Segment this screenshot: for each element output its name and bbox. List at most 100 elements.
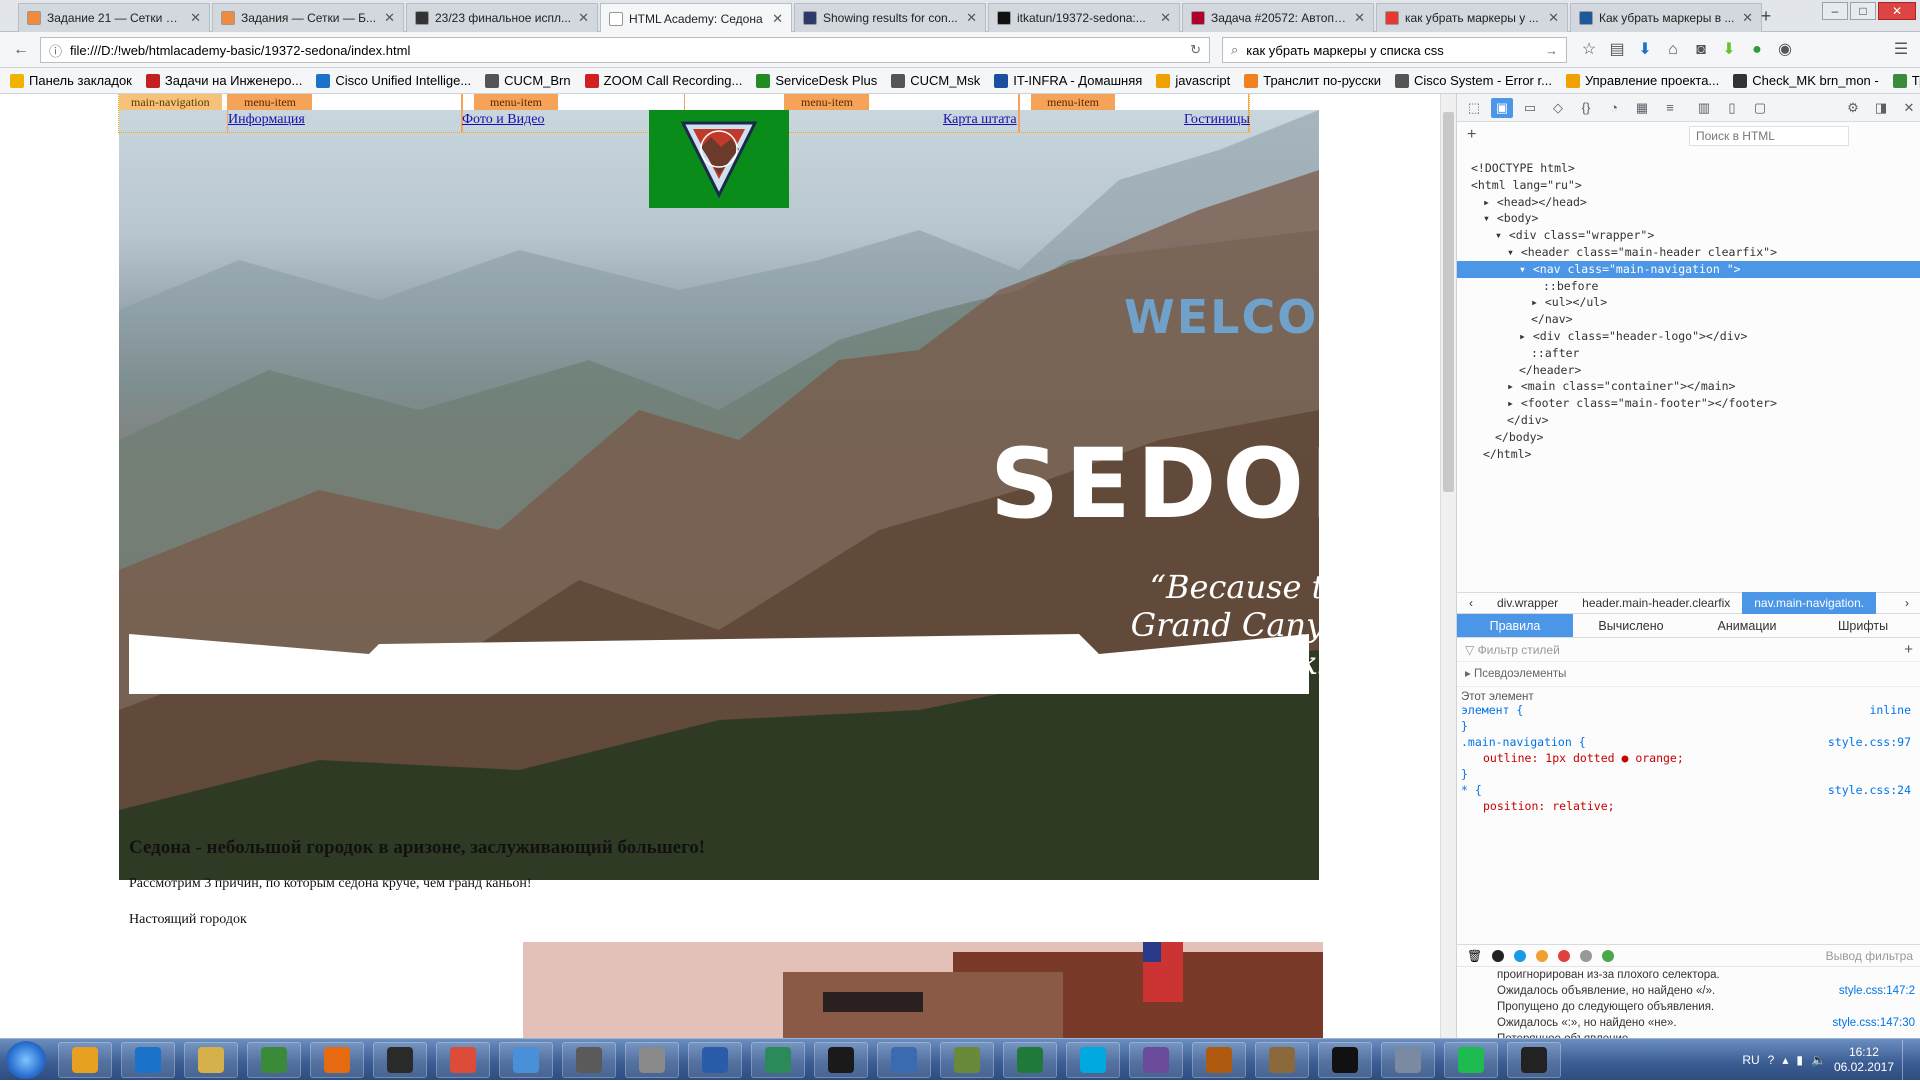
bookmark-item[interactable]: ZOOM Call Recording... (584, 73, 742, 88)
breadcrumb-forward-icon[interactable]: › (1893, 596, 1920, 610)
html-node[interactable]: ▸ <ul></ul> (1457, 294, 1920, 311)
close-devtools-icon[interactable]: ✕ (1898, 98, 1920, 118)
search-go-icon[interactable]: → (1545, 43, 1558, 58)
menu-link-hotels[interactable]: Гостиницы (1184, 112, 1250, 128)
breadcrumb-back-icon[interactable]: ‹ (1457, 596, 1485, 610)
taskbar-app-button[interactable] (1003, 1042, 1057, 1078)
taskbar-app-button[interactable] (436, 1042, 490, 1078)
html-node[interactable]: </header> (1457, 362, 1920, 379)
taskbar-app-button[interactable] (1318, 1042, 1372, 1078)
css-selector[interactable]: элемент { (1461, 702, 1523, 718)
browser-tab[interactable]: Задания — Сетки — Б... ✕ (212, 3, 404, 32)
html-node[interactable]: <!DOCTYPE html> (1457, 160, 1920, 177)
html-node[interactable]: </nav> (1457, 311, 1920, 328)
extension-icon[interactable]: ● (1746, 39, 1768, 61)
html-node[interactable]: </div> (1457, 412, 1920, 429)
taskbar-app-button[interactable] (1192, 1042, 1246, 1078)
pick-element-icon[interactable]: ⬚ (1463, 98, 1485, 118)
settings-icon[interactable]: ⚙ (1842, 98, 1864, 118)
html-node[interactable]: </html> (1457, 446, 1920, 463)
taskbar-app-button[interactable] (625, 1042, 679, 1078)
new-tab-button[interactable]: + (1755, 6, 1777, 28)
breadcrumb-item[interactable]: div.wrapper (1485, 596, 1570, 610)
browser-tab[interactable]: itkatun/19372-sedona:... ✕ (988, 3, 1180, 32)
taskbar-app-button[interactable] (499, 1042, 553, 1078)
tab-close-icon[interactable]: ✕ (578, 10, 589, 26)
css-rule-line[interactable]: position: relative; (1457, 798, 1920, 814)
taskbar-app-button[interactable] (940, 1042, 994, 1078)
dock-icon[interactable]: ◨ (1870, 98, 1892, 118)
bookmark-item[interactable]: Cisco System - Error r... (1394, 73, 1552, 88)
html-search-input[interactable]: Поиск в HTML (1689, 126, 1849, 146)
html-node[interactable]: ::before (1457, 278, 1920, 295)
filter-css-icon[interactable] (1536, 949, 1549, 962)
console-icon[interactable]: ▭ (1519, 98, 1541, 118)
taskbar-app-button[interactable] (688, 1042, 742, 1078)
responsive-icon[interactable]: ▯ (1721, 98, 1743, 118)
console-filter-input[interactable]: Вывод фильтра (1826, 949, 1913, 963)
taskbar-app-button[interactable] (751, 1042, 805, 1078)
debugger-icon[interactable]: ◇ (1547, 98, 1569, 118)
html-node[interactable]: ▸ <div class="header-logo"></div> (1457, 328, 1920, 345)
tab-close-icon[interactable]: ✕ (190, 10, 201, 26)
help-icon[interactable]: ? (1768, 1053, 1775, 1067)
taskbar-app-button[interactable] (1255, 1042, 1309, 1078)
home-icon[interactable]: ⌂ (1662, 39, 1684, 61)
show-desktop-button[interactable] (1902, 1040, 1912, 1080)
css-source-link[interactable]: inline (1869, 702, 1911, 718)
network-tray-icon[interactable]: ▮ (1796, 1053, 1803, 1067)
account-icon[interactable]: ◉ (1774, 39, 1796, 61)
tab-close-icon[interactable]: ✕ (772, 11, 783, 27)
html-node[interactable]: ▾ <body> (1457, 210, 1920, 227)
bookmark-item[interactable]: ServiceDesk Plus (756, 73, 877, 88)
add-node-icon[interactable]: + (1467, 126, 1476, 144)
browser-tab[interactable]: HTML Academy: Седона ✕ (600, 3, 792, 33)
bookmark-item[interactable]: Управление проекта... (1565, 73, 1719, 88)
bookmark-item[interactable]: Задачи на Инженеро... (145, 73, 302, 88)
memory-icon[interactable]: ▦ (1631, 98, 1653, 118)
menu-link-map[interactable]: Карта штата (943, 112, 1017, 128)
taskbar-app-button[interactable] (247, 1042, 301, 1078)
css-declaration[interactable]: outline: 1px dotted ● orange; (1461, 750, 1684, 766)
extension-download-icon[interactable]: ⬇ (1718, 39, 1740, 61)
html-node[interactable]: </body> (1457, 429, 1920, 446)
taskbar-app-button[interactable] (1066, 1042, 1120, 1078)
clock[interactable]: 16:12 06.02.2017 (1834, 1045, 1894, 1075)
browser-tab[interactable]: Как убрать маркеры в ... ✕ (1570, 3, 1762, 32)
bookmark-item[interactable]: javascript (1156, 73, 1230, 88)
bookmark-item[interactable]: CUCM_Msk (891, 73, 980, 88)
performance-icon[interactable]: ◔ (1603, 98, 1625, 118)
css-rule-line[interactable]: .main-navigation {style.css:97 (1457, 734, 1920, 750)
tab-close-icon[interactable]: ✕ (1354, 10, 1365, 26)
tab-fonts[interactable]: Шрифты (1805, 614, 1920, 637)
taskbar-app-button[interactable] (310, 1042, 364, 1078)
style-filter-input[interactable]: Фильтр стилей (1478, 643, 1560, 657)
html-node[interactable]: ▾ <div class="wrapper"> (1457, 227, 1920, 244)
url-bar[interactable]: ⓘ file:///D:/!web/htmlacademy-basic/1937… (40, 37, 1210, 63)
browser-tab[interactable]: Задание 21 — Сетки —... ✕ (18, 3, 210, 32)
style-editor-icon[interactable]: {} (1575, 98, 1597, 118)
html-node[interactable]: ▸ <footer class="main-footer"></footer> (1457, 395, 1920, 412)
taskbar-app-button[interactable] (121, 1042, 175, 1078)
tab-close-icon[interactable]: ✕ (1160, 10, 1171, 26)
breadcrumb-item[interactable]: header.main-header.clearfix (1570, 596, 1742, 610)
maximize-button[interactable]: □ (1850, 2, 1876, 20)
scrollbar-thumb[interactable] (1443, 112, 1454, 492)
language-indicator[interactable]: RU (1742, 1053, 1759, 1067)
volume-icon[interactable]: 🔈 (1811, 1053, 1826, 1067)
css-source-link[interactable]: style.css:24 (1828, 782, 1911, 798)
page-scrollbar[interactable] (1440, 94, 1456, 1038)
taskbar-app-button[interactable] (562, 1042, 616, 1078)
taskbar-app-button[interactable] (1129, 1042, 1183, 1078)
bookmark-item[interactable]: Панель закладок (10, 73, 132, 88)
taskbar-app-button[interactable] (1507, 1042, 1561, 1078)
screenshot-icon[interactable]: ▢ (1749, 98, 1771, 118)
console-source-link[interactable]: style.css:147:2 (1839, 983, 1915, 999)
tab-close-icon[interactable]: ✕ (1548, 10, 1559, 26)
tab-close-icon[interactable]: ✕ (966, 10, 977, 26)
css-declaration[interactable]: position: relative; (1461, 798, 1615, 814)
inspector-icon[interactable]: ▣ (1491, 97, 1513, 118)
html-node[interactable]: <html lang="ru"> (1457, 177, 1920, 194)
info-icon[interactable]: ⓘ (49, 41, 62, 60)
css-rule-line[interactable]: } (1457, 766, 1920, 782)
